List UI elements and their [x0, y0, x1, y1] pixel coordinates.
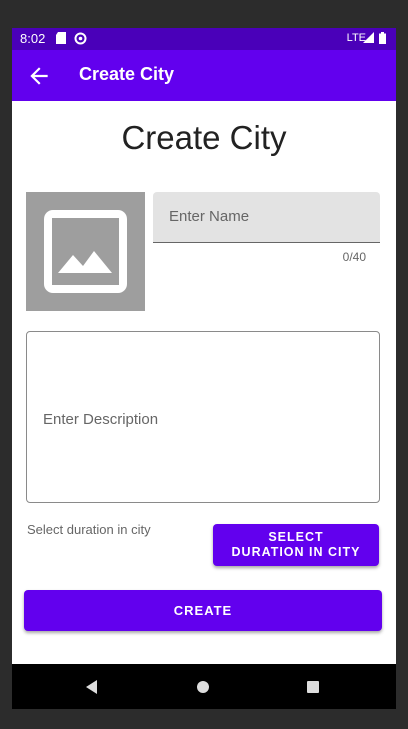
app-bar-title: Create City — [79, 64, 175, 84]
phone-screen: 8:02 LTE Create City Create City Enter N… — [12, 28, 396, 709]
status-time: 8:02 — [20, 31, 46, 46]
nav-back-icon[interactable] — [81, 676, 103, 698]
page-title: Create City — [121, 119, 287, 156]
description-field[interactable] — [26, 331, 380, 503]
create-button[interactable]: CREATE — [24, 590, 382, 631]
create-city-form: Create City 0/40 Select duration in city… — [12, 101, 396, 664]
arrow-back-icon[interactable] — [26, 63, 52, 89]
select-duration-button-label: SELECT DURATION IN CITY — [231, 530, 361, 559]
nav-recents-icon[interactable] — [302, 676, 324, 698]
city-image-picker[interactable] — [26, 192, 145, 311]
name-field[interactable] — [153, 192, 380, 243]
sd-card-icon — [56, 32, 66, 44]
name-input[interactable] — [167, 207, 371, 226]
battery-icon — [379, 32, 386, 44]
app-bar: Create City — [12, 50, 396, 101]
vpn-icon — [74, 32, 87, 45]
status-bar: 8:02 LTE — [12, 28, 396, 50]
navigation-bar — [12, 664, 396, 709]
signal-icon — [363, 32, 374, 43]
image-placeholder-icon — [44, 210, 127, 293]
select-duration-button[interactable]: SELECT DURATION IN CITY — [213, 524, 379, 566]
duration-label: Select duration in city — [27, 522, 151, 537]
nav-home-icon[interactable] — [192, 676, 214, 698]
description-input[interactable] — [41, 409, 365, 435]
name-character-counter: 0/40 — [342, 250, 366, 264]
